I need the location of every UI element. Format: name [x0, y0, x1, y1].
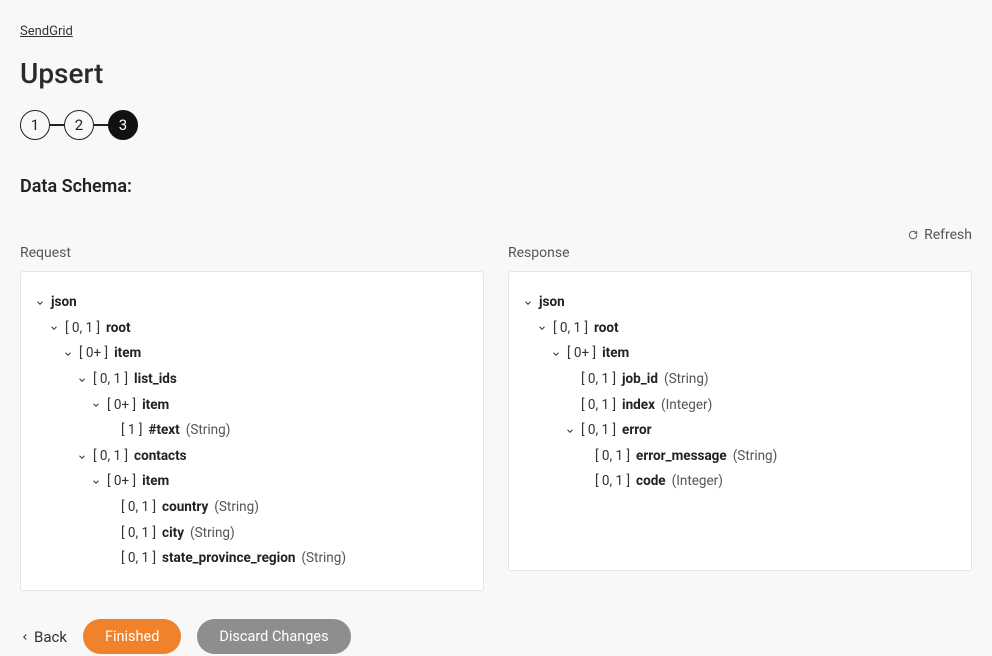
- request-column: Request json[ 0, 1 ]root[ 0+ ]item[ 0, 1…: [20, 245, 484, 591]
- stepper: 123: [20, 110, 972, 140]
- tree-node-name: list_ids: [134, 367, 177, 393]
- response-tree-row: [ 0, 1 ]root: [523, 316, 957, 342]
- tree-node-name: root: [106, 316, 131, 342]
- request-label: Request: [20, 245, 484, 261]
- request-tree-row: [ 1 ] #text (String): [35, 418, 469, 444]
- request-tree-row: [ 0, 1 ]list_ids: [35, 367, 469, 393]
- response-tree-row: [ 0, 1 ]code(Integer): [523, 469, 957, 495]
- step-connector: [50, 124, 64, 126]
- back-button[interactable]: Back: [20, 628, 67, 646]
- tree-cardinality: [ 1 ]: [121, 418, 142, 444]
- tree-node-name: index: [622, 393, 655, 419]
- request-panel: json[ 0, 1 ]root[ 0+ ]item[ 0, 1 ]list_i…: [20, 271, 484, 591]
- tree-cardinality: [ 0, 1 ]: [121, 546, 156, 572]
- tree-node-name: root: [594, 316, 619, 342]
- tree-node-name: error: [622, 418, 652, 444]
- chevron-down-icon[interactable]: [565, 426, 575, 436]
- response-tree-row: [ 0, 1 ]job_id(String): [523, 367, 957, 393]
- tree-node-type: (String): [214, 495, 259, 521]
- tree-cardinality: [ 0+ ]: [107, 393, 136, 419]
- tree-cardinality: [ 0+ ]: [567, 341, 596, 367]
- tree-cardinality: [ 0, 1 ]: [581, 393, 616, 419]
- tree-node-name: item: [142, 469, 169, 495]
- tree-cardinality: [ 0, 1 ]: [93, 444, 128, 470]
- request-tree-row: [ 0, 1 ] city (String): [35, 521, 469, 547]
- tree-cardinality: [ 0, 1 ]: [595, 444, 630, 470]
- tree-node-name: job_id: [622, 367, 658, 393]
- tree-node-name: item: [602, 341, 629, 367]
- chevron-down-icon[interactable]: [523, 298, 533, 308]
- chevron-down-icon[interactable]: [91, 400, 101, 410]
- tree-node-name: json: [51, 290, 77, 316]
- chevron-down-icon[interactable]: [551, 349, 561, 359]
- tree-cardinality: [ 0, 1 ]: [121, 495, 156, 521]
- response-tree-row: json: [523, 290, 957, 316]
- tree-cardinality: [ 0, 1 ]: [595, 469, 630, 495]
- tree-node-name: item: [142, 393, 169, 419]
- finished-button[interactable]: Finished: [83, 619, 181, 654]
- tree-node-type: (Integer): [672, 469, 723, 495]
- chevron-down-icon[interactable]: [63, 349, 73, 359]
- refresh-icon: [908, 230, 918, 240]
- response-column: Response json[ 0, 1 ]root[ 0+ ]item[ 0, …: [508, 245, 972, 591]
- request-tree-row: json: [35, 290, 469, 316]
- tree-cardinality: [ 0+ ]: [107, 469, 136, 495]
- section-title: Data Schema:: [20, 176, 972, 197]
- tree-cardinality: [ 0, 1 ]: [581, 367, 616, 393]
- chevron-down-icon[interactable]: [49, 323, 59, 333]
- response-panel: json[ 0, 1 ]root[ 0+ ]item[ 0, 1 ]job_id…: [508, 271, 972, 571]
- chevron-down-icon[interactable]: [77, 452, 87, 462]
- tree-node-name: error_message: [636, 444, 727, 470]
- tree-cardinality: [ 0, 1 ]: [581, 418, 616, 444]
- request-tree-row: [ 0+ ]item: [35, 393, 469, 419]
- bottom-bar: Back Finished Discard Changes: [20, 619, 972, 654]
- request-tree-row: [ 0, 1 ]contacts: [35, 444, 469, 470]
- response-tree-row: [ 0, 1 ]error: [523, 418, 957, 444]
- request-tree-row: [ 0+ ]item: [35, 341, 469, 367]
- chevron-down-icon[interactable]: [537, 323, 547, 333]
- request-tree-row: [ 0+ ]item: [35, 469, 469, 495]
- response-tree-row: [ 0, 1 ]index(Integer): [523, 393, 957, 419]
- request-tree-row: [ 0, 1 ]state_province_region(String): [35, 546, 469, 572]
- response-label: Response: [508, 245, 972, 261]
- tree-cardinality: [ 0, 1 ]: [65, 316, 100, 342]
- step-3[interactable]: 3: [108, 110, 138, 140]
- chevron-down-icon[interactable]: [35, 298, 45, 308]
- tree-node-type: (String): [301, 546, 346, 572]
- tree-node-name: #text: [148, 418, 179, 444]
- refresh-label: Refresh: [924, 227, 972, 243]
- page-title: Upsert: [20, 57, 972, 90]
- chevron-down-icon[interactable]: [77, 375, 87, 385]
- tree-cardinality: [ 0+ ]: [79, 341, 108, 367]
- chevron-down-icon[interactable]: [91, 477, 101, 487]
- step-connector: [94, 124, 108, 126]
- request-tree-row: [ 0, 1 ]root: [35, 316, 469, 342]
- response-tree-row: [ 0, 1 ]error_message(String): [523, 444, 957, 470]
- breadcrumb-link[interactable]: SendGrid: [20, 24, 73, 39]
- tree-cardinality: [ 0, 1 ]: [553, 316, 588, 342]
- discard-button[interactable]: Discard Changes: [197, 619, 350, 654]
- tree-node-name: state_province_region: [162, 546, 295, 572]
- tree-node-name: code: [636, 469, 666, 495]
- step-2[interactable]: 2: [64, 110, 94, 140]
- tree-cardinality: [ 0, 1 ]: [93, 367, 128, 393]
- step-1[interactable]: 1: [20, 110, 50, 140]
- tree-node-type: (String): [664, 367, 709, 393]
- tree-node-name: json: [539, 290, 565, 316]
- tree-node-type: (Integer): [661, 393, 712, 419]
- tree-node-type: (String): [186, 418, 231, 444]
- refresh-button[interactable]: Refresh: [908, 227, 972, 243]
- tree-node-type: (String): [733, 444, 778, 470]
- tree-node-name: item: [114, 341, 141, 367]
- chevron-left-icon: [20, 628, 30, 646]
- tree-node-name: country: [162, 495, 208, 521]
- back-label: Back: [34, 628, 67, 646]
- response-tree-row: [ 0+ ]item: [523, 341, 957, 367]
- tree-node-name: city: [162, 521, 184, 547]
- request-tree-row: [ 0, 1 ]country(String): [35, 495, 469, 521]
- tree-node-type: (String): [190, 521, 235, 547]
- tree-node-name: contacts: [134, 444, 187, 470]
- tree-cardinality: [ 0, 1 ]: [121, 521, 156, 547]
